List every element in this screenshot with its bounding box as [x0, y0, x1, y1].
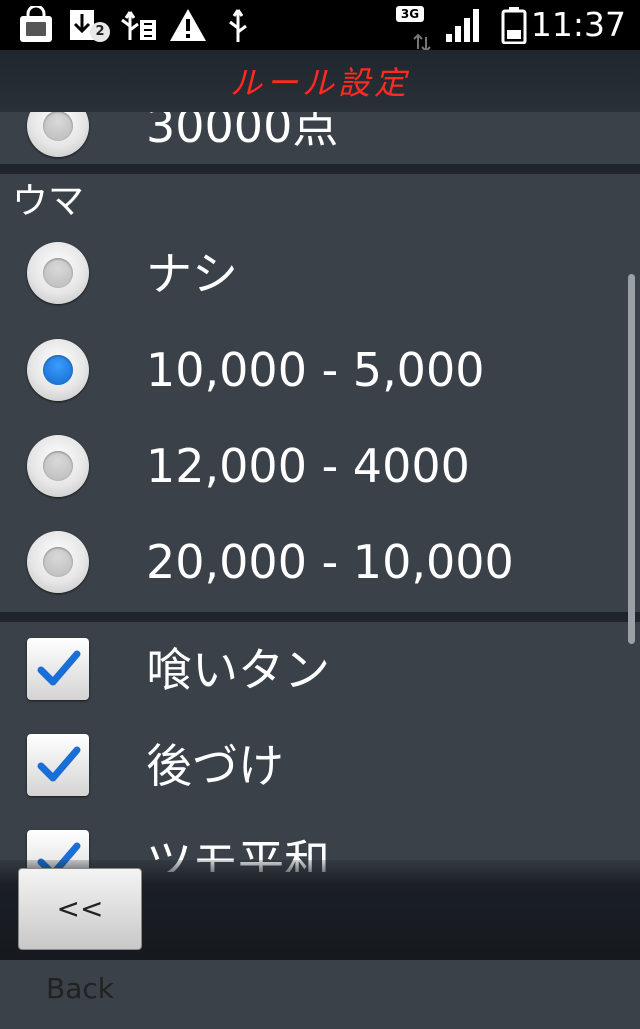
section-header-uma: ウマ [12, 181, 85, 222]
shopping-bag-icon [20, 6, 52, 42]
option-label: 30000点 [146, 112, 339, 153]
option-label: 後づけ [146, 739, 284, 793]
settings-list[interactable]: 30000点 ウマ ナシ 10,000 - 5,000 12,000 - 400… [0, 112, 640, 872]
option-label: 10,000 - 5,000 [146, 343, 485, 397]
usb-debug-icon [121, 11, 156, 40]
usb-icon [229, 9, 247, 42]
scrollbar-thumb[interactable] [628, 274, 635, 644]
checkbox[interactable] [27, 638, 89, 700]
bottom-bar: << Back [0, 860, 640, 1005]
radio-row-uma-none[interactable]: ナシ [0, 226, 640, 322]
option-label: 12,000 - 4000 [146, 439, 470, 493]
section-divider [0, 164, 640, 174]
back-button[interactable]: << Back [18, 868, 142, 1005]
signal-icon [446, 9, 479, 42]
notification-count-badge: 2 [90, 22, 110, 42]
checkmark-icon [37, 746, 81, 782]
radio-button[interactable] [27, 242, 89, 304]
radio-row-uma-10000-5000[interactable]: 10,000 - 5,000 [0, 322, 640, 418]
checkbox-row-kuitan[interactable]: 喰いタン [0, 622, 640, 718]
title-bar: ルール設定 [0, 50, 640, 112]
section-divider [0, 612, 640, 622]
status-bar: 2 3G 11:37 [0, 0, 640, 53]
option-label: ナシ [146, 247, 238, 301]
battery-icon [501, 7, 527, 44]
radio-row-uma-20000-10000[interactable]: 20,000 - 10,000 [0, 514, 640, 610]
option-label: 20,000 - 10,000 [146, 535, 514, 589]
checkbox[interactable] [27, 734, 89, 796]
network-type-label: 3G [396, 6, 424, 22]
radio-button[interactable] [27, 435, 89, 497]
status-clock: 11:37 [530, 5, 626, 44]
checkmark-icon [37, 650, 81, 686]
option-label: 喰いタン [146, 643, 330, 697]
warning-icon [170, 9, 206, 41]
radio-row-uma-12000-4000[interactable]: 12,000 - 4000 [0, 418, 640, 514]
radio-button[interactable] [27, 531, 89, 593]
radio-button-selected[interactable] [27, 339, 89, 401]
radio-button[interactable] [27, 112, 89, 157]
page-title: ルール設定 [229, 64, 410, 102]
checkbox-row-atozuke[interactable]: 後づけ [0, 718, 640, 814]
